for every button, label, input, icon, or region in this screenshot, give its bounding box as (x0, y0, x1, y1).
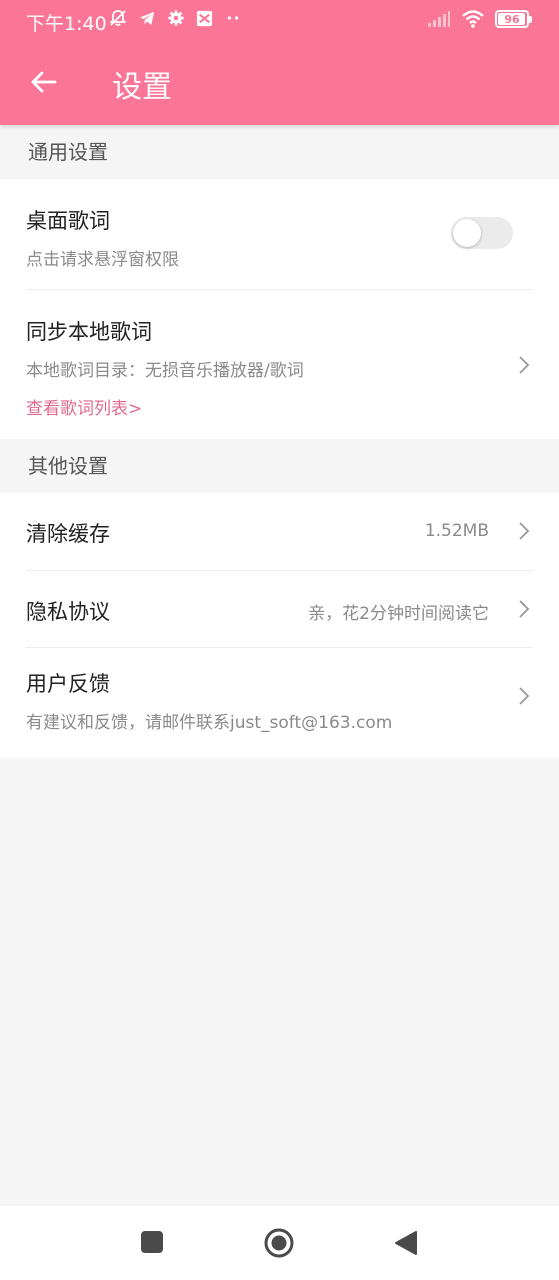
clear-cache-row[interactable]: 清除缓存 1.52MB (0, 493, 559, 570)
app-bar: 下午1:40 96 设置 (0, 0, 559, 125)
other-settings-card: 清除缓存 1.52MB 隐私协议 亲，花2分钟时间阅读它 用户反馈 有建议和反馈… (0, 493, 559, 758)
privacy-title: 隐私协议 (26, 600, 110, 624)
feedback-row[interactable]: 用户反馈 有建议和反馈，请邮件联系just_soft@163.com (0, 648, 559, 758)
battery-icon: 96 (495, 10, 532, 28)
sync-lyrics-subtitle: 本地歌词目录：无损音乐播放器/歌词 (26, 361, 304, 381)
system-navigation-bar (0, 1206, 559, 1280)
desktop-lyrics-row[interactable]: 桌面歌词 点击请求悬浮窗权限 (0, 179, 559, 289)
sync-lyrics-row[interactable]: 同步本地歌词 本地歌词目录：无损音乐播放器/歌词 查看歌词列表> (0, 290, 559, 439)
desktop-lyrics-title: 桌面歌词 (26, 209, 110, 233)
status-bar: 下午1:40 96 (0, 0, 559, 42)
status-system-icons: 96 (427, 9, 532, 29)
back-button[interactable] (22, 60, 66, 104)
section-header-general: 通用设置 (28, 140, 108, 164)
toggle-knob (453, 219, 481, 247)
status-notification-icons (108, 8, 242, 28)
circle-icon (264, 1228, 294, 1258)
mute-bell-icon (109, 10, 127, 26)
telegram-icon (139, 11, 155, 25)
arrow-left-icon (31, 71, 57, 93)
view-lyrics-list-link[interactable]: 查看歌词列表> (26, 394, 142, 419)
privacy-value: 亲，花2分钟时间阅读它 (308, 604, 489, 624)
desktop-lyrics-subtitle: 点击请求悬浮窗权限 (26, 250, 179, 270)
wifi-icon (462, 10, 484, 28)
clear-cache-title: 清除缓存 (26, 522, 110, 546)
sync-lyrics-title: 同步本地歌词 (26, 320, 152, 344)
square-icon (141, 1231, 163, 1253)
app-notification-icon (196, 10, 213, 26)
battery-level: 96 (504, 12, 520, 26)
chevron-right-icon (519, 600, 530, 618)
chevron-right-icon (519, 356, 530, 374)
section-header-other: 其他设置 (28, 454, 108, 478)
cache-size-value: 1.52MB (424, 521, 489, 541)
desktop-lyrics-toggle[interactable] (451, 217, 513, 249)
signal-icon (428, 11, 450, 27)
status-time: 下午1:40 (26, 13, 107, 35)
general-settings-card: 桌面歌词 点击请求悬浮窗权限 同步本地歌词 本地歌词目录：无损音乐播放器/歌词 … (0, 179, 559, 439)
nav-back-button[interactable] (394, 1230, 418, 1260)
privacy-row[interactable]: 隐私协议 亲，花2分钟时间阅读它 (0, 571, 559, 647)
nav-home-button[interactable] (263, 1227, 295, 1263)
gear-icon (168, 10, 184, 26)
chevron-right-icon (519, 687, 530, 705)
feedback-subtitle: 有建议和反馈，请邮件联系just_soft@163.com (26, 713, 393, 733)
chevron-right-icon (519, 522, 530, 540)
page-title: 设置 (112, 70, 172, 105)
nav-recent-button[interactable] (140, 1230, 164, 1258)
more-dots-icon (227, 16, 239, 20)
triangle-back-icon (395, 1231, 417, 1255)
feedback-title: 用户反馈 (26, 672, 110, 696)
